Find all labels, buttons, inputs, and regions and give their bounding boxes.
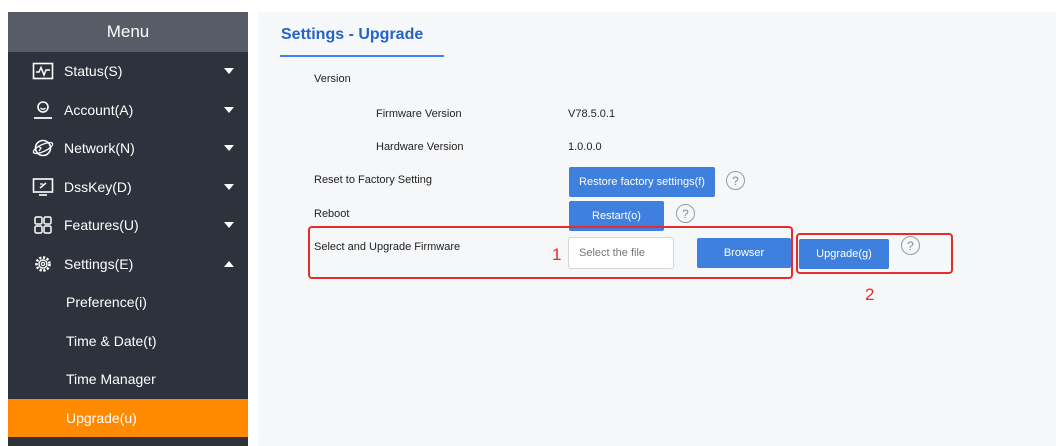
chevron-down-icon <box>224 183 234 190</box>
sidebar-subitem-time-manager[interactable]: Time Manager <box>8 360 248 399</box>
sidebar-item-label: Status(S) <box>64 63 123 80</box>
hardware-version-label: Hardware Version <box>376 141 464 153</box>
help-icon[interactable]: ? <box>726 171 745 190</box>
hardware-version-value: 1.0.0.0 <box>568 141 602 153</box>
reset-factory-label: Reset to Factory Setting <box>314 174 432 186</box>
main-panel: Settings - Upgrade Version Firmware Vers… <box>258 12 1056 446</box>
sidebar-item-settings[interactable]: Settings(E) <box>8 245 248 284</box>
annotation-box-1 <box>308 226 793 279</box>
sidebar-item-dsskey[interactable]: DssKey(D) <box>8 168 248 207</box>
sidebar-subitem-upgrade[interactable]: Upgrade(u) <box>8 398 248 437</box>
network-icon <box>32 139 54 157</box>
sidebar-item-label: Settings(E) <box>64 255 134 272</box>
chevron-down-icon <box>224 222 234 228</box>
reboot-label: Reboot <box>314 208 350 220</box>
sidebar-item-account[interactable]: Account(A) <box>8 91 248 130</box>
annotation-marker-1: 1 <box>552 245 562 264</box>
sidebar: Menu Status(S) Account(A) Network(N) Dss… <box>8 12 248 446</box>
annotation-box-2 <box>796 233 953 274</box>
sidebar-item-label: Network(N) <box>64 140 135 157</box>
chevron-down-icon <box>224 145 234 151</box>
firmware-version-value: V78.5.0.1 <box>568 108 616 120</box>
sidebar-item-network[interactable]: Network(N) <box>8 129 248 168</box>
sidebar-item-status[interactable]: Status(S) <box>8 52 248 91</box>
status-icon <box>32 62 54 80</box>
sidebar-subitem-label: Upgrade(u) <box>66 409 137 426</box>
version-label: Version <box>314 73 351 85</box>
chevron-down-icon <box>224 106 234 113</box>
sidebar-subitem-time-date[interactable]: Time & Date(t) <box>8 322 248 361</box>
help-icon[interactable]: ? <box>676 204 695 223</box>
sidebar-subitem-label: Time & Date(t) <box>66 332 157 349</box>
chevron-up-icon <box>224 260 234 267</box>
sidebar-item-label: Account(A) <box>64 101 134 118</box>
annotation-marker-2: 2 <box>865 285 875 304</box>
account-icon <box>34 100 52 119</box>
sidebar-subitem-preference[interactable]: Preference(i) <box>8 283 248 322</box>
firmware-version-label: Firmware Version <box>376 108 462 120</box>
restore-factory-button[interactable]: Restore factory settings(f) <box>569 167 715 197</box>
dsskey-icon <box>32 177 54 196</box>
sidebar-item-label: Features(U) <box>64 217 139 234</box>
menu-header: Menu <box>8 12 248 52</box>
sidebar-item-features[interactable]: Features(U) <box>8 206 248 245</box>
sidebar-item-label: DssKey(D) <box>64 178 132 195</box>
sidebar-subitem-label: Preference(i) <box>66 294 147 311</box>
chevron-down-icon <box>224 68 234 74</box>
settings-icon <box>35 255 51 272</box>
sidebar-subitem-label: Time Manager <box>66 371 156 388</box>
title-underline <box>280 55 444 57</box>
page-title: Settings - Upgrade <box>281 26 424 43</box>
features-icon <box>34 216 52 234</box>
